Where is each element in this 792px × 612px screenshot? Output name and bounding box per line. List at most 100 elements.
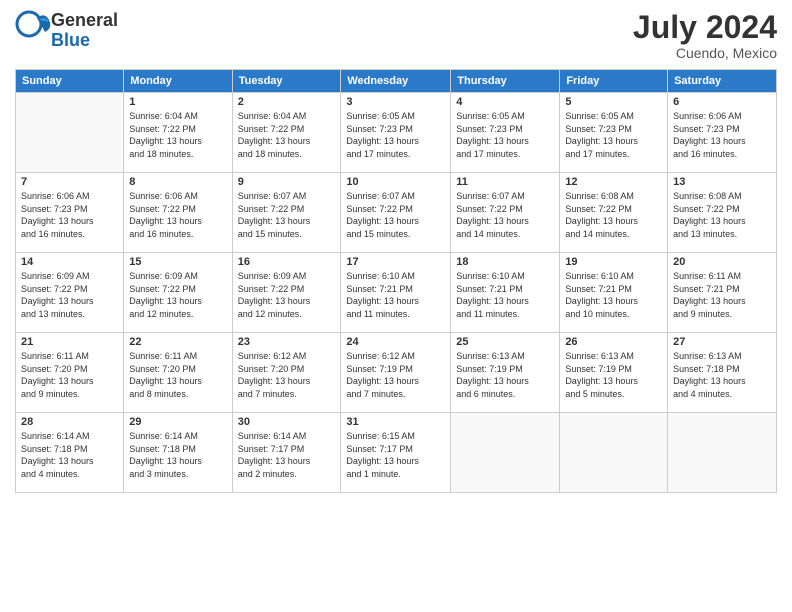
day-number: 7: [21, 176, 118, 188]
day-number: 21: [21, 336, 118, 348]
calendar-cell: 31 Sunrise: 6:15 AMSunset: 7:17 PMDayligh…: [341, 413, 451, 493]
calendar-cell: 14 Sunrise: 6:09 AMSunset: 7:22 PMDayligh…: [16, 253, 124, 333]
calendar-week-row: 1Sunrise: 6:04 AMSunset: 7:22 PMDaylight…: [16, 93, 777, 173]
calendar-cell: 4Sunrise: 6:05 AMSunset: 7:23 PMDaylight…: [451, 93, 560, 173]
day-number: 27: [673, 336, 771, 348]
day-info: Sunrise: 6:08 AMSunset: 7:22 PMDaylight:…: [565, 190, 662, 240]
logo-icon: [15, 10, 51, 46]
day-number: 28: [21, 416, 118, 428]
calendar-cell: 16 Sunrise: 6:09 AMSunset: 7:22 PMDayligh…: [232, 253, 341, 333]
header: General Blue July 2024 Cuendo, Mexico: [15, 10, 777, 61]
weekday-header-saturday: Saturday: [668, 70, 777, 93]
day-number: 12: [565, 176, 662, 188]
day-info: Sunrise: 6:04 AMSunset: 7:22 PMDaylight:…: [129, 110, 226, 160]
calendar-cell: 12 Sunrise: 6:08 AMSunset: 7:22 PMDayligh…: [560, 173, 668, 253]
calendar-week-row: 7 Sunrise: 6:06 AMSunset: 7:23 PMDaylight…: [16, 173, 777, 253]
calendar-cell: 9 Sunrise: 6:07 AMSunset: 7:22 PMDaylight…: [232, 173, 341, 253]
logo-blue: Blue: [51, 30, 90, 50]
calendar-cell: 18 Sunrise: 6:10 AMSunset: 7:21 PMDayligh…: [451, 253, 560, 333]
calendar-cell: 25Sunrise: 6:13 AMSunset: 7:19 PMDayligh…: [451, 333, 560, 413]
day-info: Sunrise: 6:15 AMSunset: 7:17 PMDaylight:…: [346, 430, 445, 480]
title-block: July 2024 Cuendo, Mexico: [633, 10, 777, 61]
day-info: Sunrise: 6:10 AMSunset: 7:21 PMDaylight:…: [456, 270, 554, 320]
day-number: 22: [129, 336, 226, 348]
day-info: Sunrise: 6:06 AMSunset: 7:22 PMDaylight:…: [129, 190, 226, 240]
day-number: 3: [346, 96, 445, 108]
calendar-cell: 17Sunrise: 6:10 AMSunset: 7:21 PMDayligh…: [341, 253, 451, 333]
day-info: Sunrise: 6:09 AMSunset: 7:22 PMDaylight:…: [21, 270, 118, 320]
calendar-cell: 10 Sunrise: 6:07 AMSunset: 7:22 PMDayligh…: [341, 173, 451, 253]
day-number: 9: [238, 176, 336, 188]
location-title: Cuendo, Mexico: [633, 45, 777, 61]
day-number: 13: [673, 176, 771, 188]
day-number: 16: [238, 256, 336, 268]
calendar-cell: [16, 93, 124, 173]
month-title: July 2024: [633, 10, 777, 45]
day-number: 31: [346, 416, 445, 428]
day-info: Sunrise: 6:09 AMSunset: 7:22 PMDaylight:…: [238, 270, 336, 320]
weekday-header-sunday: Sunday: [16, 70, 124, 93]
day-info: Sunrise: 6:08 AMSunset: 7:22 PMDaylight:…: [673, 190, 771, 240]
calendar-cell: 22 Sunrise: 6:11 AMSunset: 7:20 PMDayligh…: [124, 333, 232, 413]
logo-text: General Blue: [51, 11, 118, 51]
day-info: Sunrise: 6:06 AMSunset: 7:23 PMDaylight:…: [673, 110, 771, 160]
day-info: Sunrise: 6:13 AMSunset: 7:19 PMDaylight:…: [565, 350, 662, 400]
day-number: 18: [456, 256, 554, 268]
day-number: 30: [238, 416, 336, 428]
calendar-cell: 27 Sunrise: 6:13 AMSunset: 7:18 PMDayligh…: [668, 333, 777, 413]
calendar-cell: 13 Sunrise: 6:08 AMSunset: 7:22 PMDayligh…: [668, 173, 777, 253]
calendar-cell: 30 Sunrise: 6:14 AMSunset: 7:17 PMDayligh…: [232, 413, 341, 493]
calendar-week-row: 21 Sunrise: 6:11 AMSunset: 7:20 PMDayligh…: [16, 333, 777, 413]
calendar-cell: 6 Sunrise: 6:06 AMSunset: 7:23 PMDaylight…: [668, 93, 777, 173]
calendar-cell: 20Sunrise: 6:11 AMSunset: 7:21 PMDayligh…: [668, 253, 777, 333]
day-number: 17: [346, 256, 445, 268]
calendar-cell: 3 Sunrise: 6:05 AMSunset: 7:23 PMDaylight…: [341, 93, 451, 173]
day-info: Sunrise: 6:07 AMSunset: 7:22 PMDaylight:…: [346, 190, 445, 240]
calendar-cell: 1Sunrise: 6:04 AMSunset: 7:22 PMDaylight…: [124, 93, 232, 173]
day-number: 26: [565, 336, 662, 348]
calendar-cell: 23 Sunrise: 6:12 AMSunset: 7:20 PMDayligh…: [232, 333, 341, 413]
day-info: Sunrise: 6:11 AMSunset: 7:20 PMDaylight:…: [129, 350, 226, 400]
day-info: Sunrise: 6:11 AMSunset: 7:21 PMDaylight:…: [673, 270, 771, 320]
day-number: 19: [565, 256, 662, 268]
calendar-cell: 2Sunrise: 6:04 AMSunset: 7:22 PMDaylight…: [232, 93, 341, 173]
calendar-cell: 24Sunrise: 6:12 AMSunset: 7:19 PMDayligh…: [341, 333, 451, 413]
calendar-week-row: 28 Sunrise: 6:14 AMSunset: 7:18 PMDayligh…: [16, 413, 777, 493]
day-number: 5: [565, 96, 662, 108]
day-info: Sunrise: 6:06 AMSunset: 7:23 PMDaylight:…: [21, 190, 118, 240]
logo: General Blue: [15, 10, 118, 51]
day-info: Sunrise: 6:13 AMSunset: 7:19 PMDaylight:…: [456, 350, 554, 400]
calendar-cell: 11Sunrise: 6:07 AMSunset: 7:22 PMDayligh…: [451, 173, 560, 253]
day-number: 10: [346, 176, 445, 188]
calendar-cell: 8 Sunrise: 6:06 AMSunset: 7:22 PMDaylight…: [124, 173, 232, 253]
day-info: Sunrise: 6:12 AMSunset: 7:20 PMDaylight:…: [238, 350, 336, 400]
calendar-cell: 29 Sunrise: 6:14 AMSunset: 7:18 PMDayligh…: [124, 413, 232, 493]
day-number: 6: [673, 96, 771, 108]
day-info: Sunrise: 6:05 AMSunset: 7:23 PMDaylight:…: [565, 110, 662, 160]
day-number: 15: [129, 256, 226, 268]
logo-general: General: [51, 10, 118, 30]
calendar-cell: 7 Sunrise: 6:06 AMSunset: 7:23 PMDaylight…: [16, 173, 124, 253]
day-number: 8: [129, 176, 226, 188]
day-number: 29: [129, 416, 226, 428]
day-number: 4: [456, 96, 554, 108]
day-number: 24: [346, 336, 445, 348]
day-info: Sunrise: 6:05 AMSunset: 7:23 PMDaylight:…: [346, 110, 445, 160]
calendar-cell: 15Sunrise: 6:09 AMSunset: 7:22 PMDayligh…: [124, 253, 232, 333]
day-info: Sunrise: 6:13 AMSunset: 7:18 PMDaylight:…: [673, 350, 771, 400]
day-info: Sunrise: 6:07 AMSunset: 7:22 PMDaylight:…: [456, 190, 554, 240]
weekday-header-thursday: Thursday: [451, 70, 560, 93]
day-info: Sunrise: 6:10 AMSunset: 7:21 PMDaylight:…: [565, 270, 662, 320]
calendar-cell: [451, 413, 560, 493]
day-info: Sunrise: 6:07 AMSunset: 7:22 PMDaylight:…: [238, 190, 336, 240]
day-info: Sunrise: 6:14 AMSunset: 7:17 PMDaylight:…: [238, 430, 336, 480]
day-number: 23: [238, 336, 336, 348]
day-number: 2: [238, 96, 336, 108]
day-info: Sunrise: 6:14 AMSunset: 7:18 PMDaylight:…: [129, 430, 226, 480]
calendar-cell: 21Sunrise: 6:11 AMSunset: 7:20 PMDayligh…: [16, 333, 124, 413]
weekday-header-wednesday: Wednesday: [341, 70, 451, 93]
calendar-cell: 28Sunrise: 6:14 AMSunset: 7:18 PMDayligh…: [16, 413, 124, 493]
weekday-header-row: SundayMondayTuesdayWednesdayThursdayFrid…: [16, 70, 777, 93]
day-number: 14: [21, 256, 118, 268]
weekday-header-monday: Monday: [124, 70, 232, 93]
